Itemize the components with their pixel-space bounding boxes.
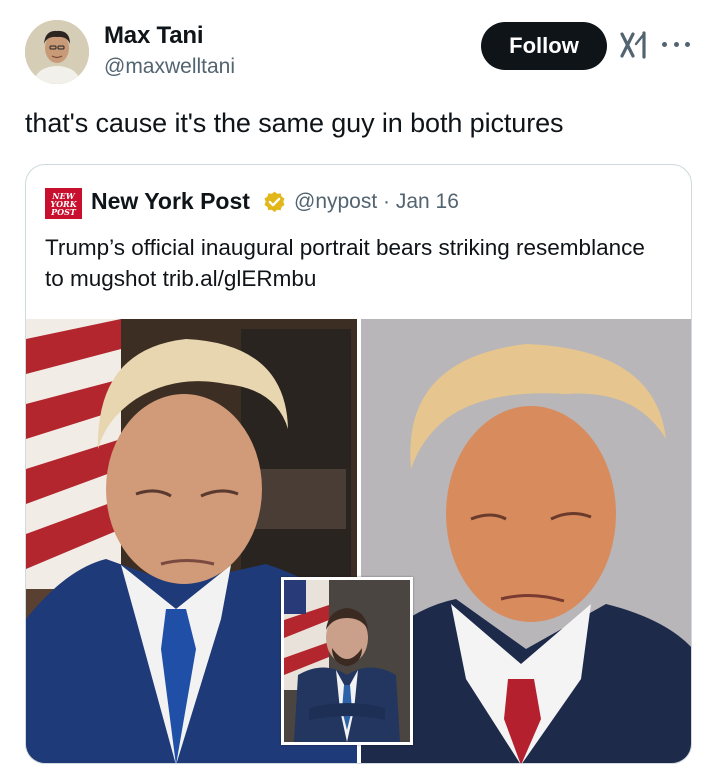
author-avatar[interactable] (25, 20, 89, 84)
follow-button[interactable]: Follow (481, 22, 607, 70)
quoted-tweet[interactable]: NEW YORK POST New York Post @nypost · Ja… (25, 164, 692, 764)
logo-line: POST (51, 206, 76, 217)
more-icon[interactable] (662, 33, 690, 55)
tweet-media-image[interactable] (26, 319, 691, 763)
nypost-logo: NEW YORK POST (45, 188, 82, 219)
quoted-tweet-text: Trump’s official inaugural portrait bear… (45, 235, 645, 291)
author-handle[interactable]: @maxwelltani (104, 55, 235, 79)
author-name[interactable]: Max Tani (104, 22, 204, 50)
tweet-text: that's cause it's the same guy in both p… (25, 108, 564, 138)
verified-badge-icon (262, 190, 287, 215)
quoted-author-name[interactable]: New York Post (91, 188, 250, 215)
quoted-handle-date[interactable]: @nypost · Jan 16 (294, 190, 459, 214)
grok-icon[interactable] (619, 30, 649, 60)
inset-portrait (281, 577, 413, 745)
